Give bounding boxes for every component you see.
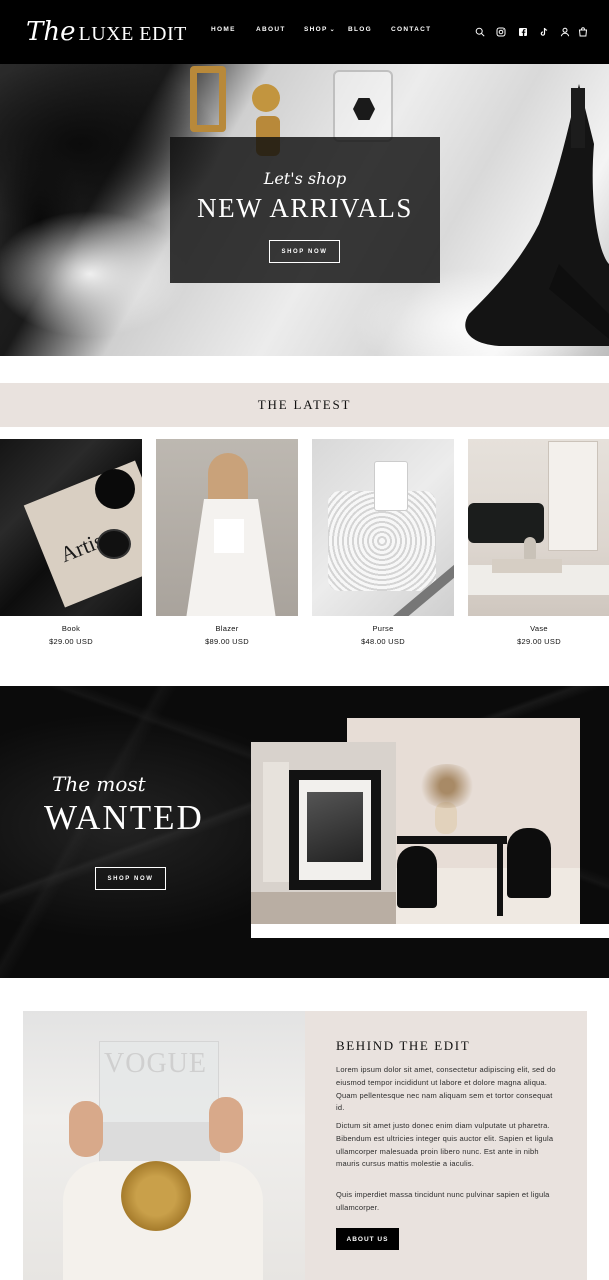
photo-border [251, 924, 609, 938]
hand-left [69, 1101, 103, 1157]
gold-necklace [121, 1161, 191, 1231]
site-header: The LUXE EDIT HOME ABOUT SHOP ⌄ BLOG CONT… [0, 0, 609, 64]
facebook-icon[interactable] [517, 26, 529, 38]
product-price: $29.00 USD [49, 637, 93, 646]
nav-shop[interactable]: SHOP ⌄ [304, 26, 336, 33]
nav-home[interactable]: HOME [211, 26, 236, 33]
behind-edit-image: VOGUE [23, 1011, 305, 1280]
instagram-icon[interactable] [495, 26, 507, 38]
wanted-shop-now-button[interactable]: SHOP NOW [95, 867, 166, 890]
behind-edit-paragraph-3: Quis imperdiet massa tincidunt nunc pulv… [336, 1190, 550, 1212]
hero-title: NEW ARRIVALS [197, 193, 413, 223]
product-price: $89.00 USD [205, 637, 249, 646]
book-stack [492, 559, 562, 573]
table-leg [497, 844, 503, 916]
logo-main-text: LUXE EDIT [78, 23, 187, 45]
hand-right [209, 1097, 243, 1153]
product-card[interactable]: Blazer $89.00 USD [156, 439, 298, 646]
hero-banner: Let's shop NEW ARRIVALS SHOP NOW [0, 64, 609, 356]
wanted-script-text: The most [52, 772, 146, 796]
bottle-object [374, 461, 408, 511]
most-wanted-section: The most WANTED SHOP NOW [0, 686, 609, 978]
vase-object [95, 469, 135, 509]
hero-perfume-image [333, 70, 393, 142]
hero-earring-image [252, 84, 280, 112]
logo-script-text: The [26, 17, 76, 47]
product-image-vase[interactable] [468, 439, 609, 616]
chair-shape [507, 828, 551, 898]
behind-edit-title: BEHIND THE EDIT [336, 1038, 471, 1053]
tiktok-icon[interactable] [538, 26, 550, 38]
hero-script-text: Let's shop [263, 169, 347, 188]
nav-contact[interactable]: CONTACT [391, 26, 431, 33]
dried-flowers [417, 764, 477, 808]
magazine-title: VOGUE [104, 1048, 207, 1079]
latest-title: THE LATEST [257, 397, 352, 412]
behind-edit-paragraph-2: Dictum sit amet justo donec enim diam vu… [336, 1121, 554, 1169]
picture-frame [289, 770, 381, 890]
hero-overlay-box: Let's shop NEW ARRIVALS SHOP NOW [170, 137, 440, 283]
cart-icon[interactable] [577, 26, 589, 38]
product-name[interactable]: Blazer [156, 624, 298, 633]
hero-heel-image [465, 84, 609, 346]
decor-image [251, 742, 396, 924]
product-image-book[interactable]: Artists [0, 439, 142, 616]
nav-blog[interactable]: BLOG [348, 26, 372, 33]
search-icon[interactable] [474, 26, 486, 38]
product-price: $48.00 USD [361, 637, 405, 646]
behind-edit-paragraph-1: Lorem ipsum dolor sit amet, consectetur … [336, 1065, 556, 1113]
nav-shop-label: SHOP [304, 26, 328, 33]
chair-shape [397, 846, 437, 908]
hero-earring-image [190, 66, 226, 132]
product-name[interactable]: Book [0, 624, 142, 633]
tray-surface [251, 892, 396, 924]
door-shape [548, 441, 598, 551]
lamp-shape [263, 762, 289, 882]
hero-shop-now-button[interactable]: SHOP NOW [269, 240, 340, 263]
wanted-title: WANTED [44, 798, 204, 837]
top-shape [214, 519, 244, 553]
product-card[interactable]: Vase $29.00 USD [468, 439, 609, 646]
behind-edit-panel: BEHIND THE EDIT Lorem ipsum dolor sit am… [305, 1011, 587, 1280]
table-top [397, 836, 507, 844]
product-image-blazer[interactable] [156, 439, 298, 616]
candle-object [97, 529, 131, 559]
product-card[interactable]: Artists Book $29.00 USD [0, 439, 142, 646]
product-image-purse[interactable] [312, 439, 454, 616]
chevron-down-icon: ⌄ [329, 27, 336, 33]
account-icon[interactable] [559, 26, 571, 38]
product-card[interactable]: Purse $48.00 USD [312, 439, 454, 646]
site-logo[interactable]: The LUXE EDIT [26, 14, 187, 50]
about-us-button[interactable]: ABOUT US [336, 1228, 399, 1250]
blazer-shape [186, 499, 276, 616]
product-name[interactable]: Vase [468, 624, 609, 633]
header-icons [474, 26, 589, 38]
product-name[interactable]: Purse [312, 624, 454, 633]
nav-about[interactable]: ABOUT [256, 26, 286, 33]
product-price: $29.00 USD [517, 637, 561, 646]
latest-section-header: THE LATEST [0, 383, 609, 427]
